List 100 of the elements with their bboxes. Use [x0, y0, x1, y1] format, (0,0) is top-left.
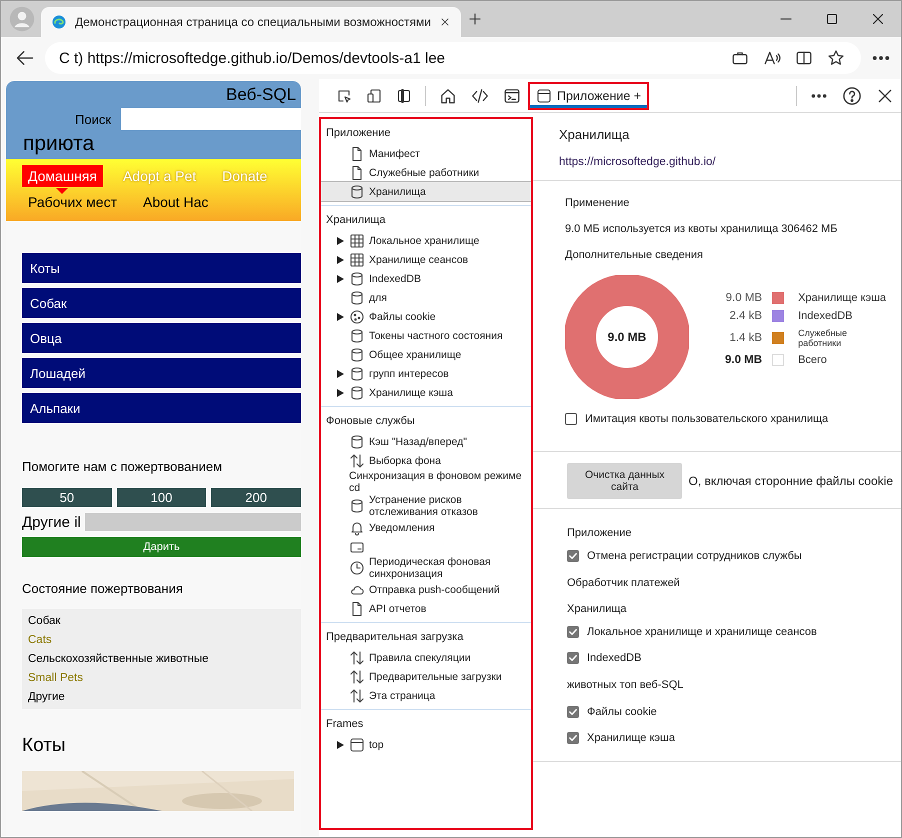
address-bar[interactable]: C t) https://microsoftedge.github.io/Demos/devtools-a1 lee: [45, 42, 861, 74]
up-down-arrows-icon: [349, 688, 365, 704]
tree-item[interactable]: Кэш "Назад/вперед": [321, 432, 531, 451]
check-icon: [568, 551, 578, 561]
close-icon[interactable]: [438, 16, 451, 28]
tree-item[interactable]: Хранилище сеансов: [321, 250, 531, 269]
database-icon: [349, 434, 365, 450]
nav-link[interactable]: Рабочих мест: [22, 191, 123, 213]
category-link[interactable]: Овца: [22, 323, 301, 353]
status-item: Сельскохозяйственные животные: [28, 653, 210, 665]
section-heading: Хранилища: [325, 213, 387, 228]
tree-item[interactable]: Выборка фона: [321, 451, 531, 470]
tab-title: Демонстрационная страница со специальными возможностями: [75, 15, 431, 29]
checkbox-label: Отмена регистрации сотрудников службы: [587, 550, 802, 562]
grid-icon: [349, 252, 365, 268]
section-heading: Frames: [325, 717, 364, 732]
amount-button[interactable]: 100: [116, 488, 206, 507]
search-label: Поиск: [74, 112, 112, 128]
database-icon: [349, 366, 365, 382]
category-link[interactable]: Лошадей: [22, 358, 301, 388]
avatar-icon: [9, 6, 35, 32]
back-arrow-icon[interactable]: [15, 48, 35, 68]
tree-item[interactable]: top: [321, 735, 531, 754]
legend-label: Хранилище кэша: [798, 292, 888, 304]
split-screen-icon[interactable]: [795, 49, 813, 67]
check-icon: [568, 707, 578, 717]
checkbox[interactable]: [565, 413, 577, 425]
up-down-arrows-icon: [349, 668, 365, 684]
amount-button[interactable]: 200: [211, 488, 301, 507]
checkbox[interactable]: [567, 732, 579, 744]
tree-item[interactable]: для: [321, 288, 531, 307]
tree-item[interactable]: групп интересов: [321, 364, 531, 383]
tree-item[interactable]: Уведомления: [321, 518, 531, 537]
amount-button[interactable]: 50: [22, 488, 112, 507]
tree-item[interactable]: Эта страница: [321, 686, 531, 705]
donate-button[interactable]: Дарить: [22, 537, 301, 557]
section-heading: Предварительная загрузка: [325, 630, 464, 645]
donate-heading: Помогите нам с пожертвованием: [22, 459, 224, 474]
browser-logo-icon: [51, 14, 67, 30]
category-link[interactable]: Собак: [22, 288, 301, 318]
tree-item[interactable]: API отчетов: [321, 599, 531, 618]
check-icon: [568, 627, 578, 637]
tree-item[interactable]: Локальное хранилище: [321, 231, 531, 250]
tree-item[interactable]: Отправка push-сообщений: [321, 580, 531, 599]
checkbox[interactable]: [567, 706, 579, 718]
status-item: Собак: [28, 615, 62, 627]
panel-tab[interactable]: Приложение +: [528, 82, 650, 110]
check-icon: [568, 653, 578, 663]
status-item: Cats: [28, 634, 53, 646]
database-icon: [349, 270, 365, 286]
bell-icon: [349, 520, 365, 536]
search-field[interactable]: [121, 108, 301, 130]
up-down-arrows-icon: [349, 650, 365, 666]
section-heading: Фоновые службы: [325, 414, 416, 429]
checkbox-label: IndexedDB: [587, 652, 642, 664]
tree-item[interactable]: Предварительные загрузки: [321, 667, 531, 686]
read-aloud-icon[interactable]: [763, 49, 781, 67]
legend-value: 9.0 MB: [725, 292, 762, 304]
favorite-star-icon[interactable]: [827, 49, 845, 67]
tree-item[interactable]: Файлы cookie: [321, 307, 531, 326]
donut-total: 9.0 MB: [608, 330, 646, 344]
status-item: Другие: [28, 691, 66, 703]
tree-item[interactable]: Служебные работники: [321, 163, 531, 182]
legend-swatch: [772, 354, 784, 366]
new-tab-icon[interactable]: [466, 11, 483, 27]
checkbox[interactable]: [567, 550, 579, 562]
category-link[interactable]: Коты: [22, 253, 301, 283]
status-item: Small Pets: [28, 672, 84, 684]
checkbox[interactable]: [567, 652, 579, 664]
category-link[interactable]: Альпаки: [22, 393, 301, 423]
other-amount-field[interactable]: [84, 513, 301, 531]
origin-url: https://microsoftedge.github.io/: [559, 156, 716, 168]
tree-item[interactable]: Хранилище кэша: [321, 383, 531, 402]
checkbox-label: Локальное хранилище и хранилище сеансов: [587, 626, 817, 638]
tree-item[interactable]: Периодическая фоновая синхронизация: [321, 556, 531, 580]
page-heading: Веб-SQL: [226, 85, 296, 106]
legend-value: 1.4 kB: [728, 332, 762, 344]
pointer-marker: [56, 188, 68, 194]
legend-label: Служебные работники: [798, 328, 848, 348]
tree-item[interactable]: Синхронизация в фоновом режиме cd: [321, 470, 531, 494]
nav-link[interactable]: About Нас: [136, 191, 214, 213]
tree-item[interactable]: Манифест: [321, 144, 531, 163]
clear-site-data-button[interactable]: Очистка данных сайта: [567, 463, 682, 499]
tree-item[interactable]: Токены частного состояния: [321, 326, 531, 345]
option-group-heading: Приложение: [567, 527, 632, 539]
database-icon: [349, 184, 365, 200]
checkbox-label: Хранилище кэша: [587, 732, 675, 744]
browser-tab[interactable]: Демонстрационная страница со специальными возможностями: [41, 7, 461, 37]
tree-item[interactable]: Устранение рисков отслеживания отказов: [321, 494, 531, 518]
up-down-arrows-icon: [349, 452, 365, 468]
tree-item[interactable]: Хранилища: [321, 182, 531, 201]
details-heading: Дополнительные сведения: [565, 249, 703, 261]
legend-label: IndexedDB: [798, 310, 854, 322]
database-icon: [349, 290, 365, 306]
window-icon: [349, 736, 365, 752]
database-icon: [349, 346, 365, 362]
tree-item[interactable]: Общее хранилище: [321, 345, 531, 364]
checkbox[interactable]: [567, 626, 579, 638]
tree-item[interactable]: IndexedDB: [321, 269, 531, 288]
tree-item[interactable]: Правила спекуляции: [321, 648, 531, 667]
